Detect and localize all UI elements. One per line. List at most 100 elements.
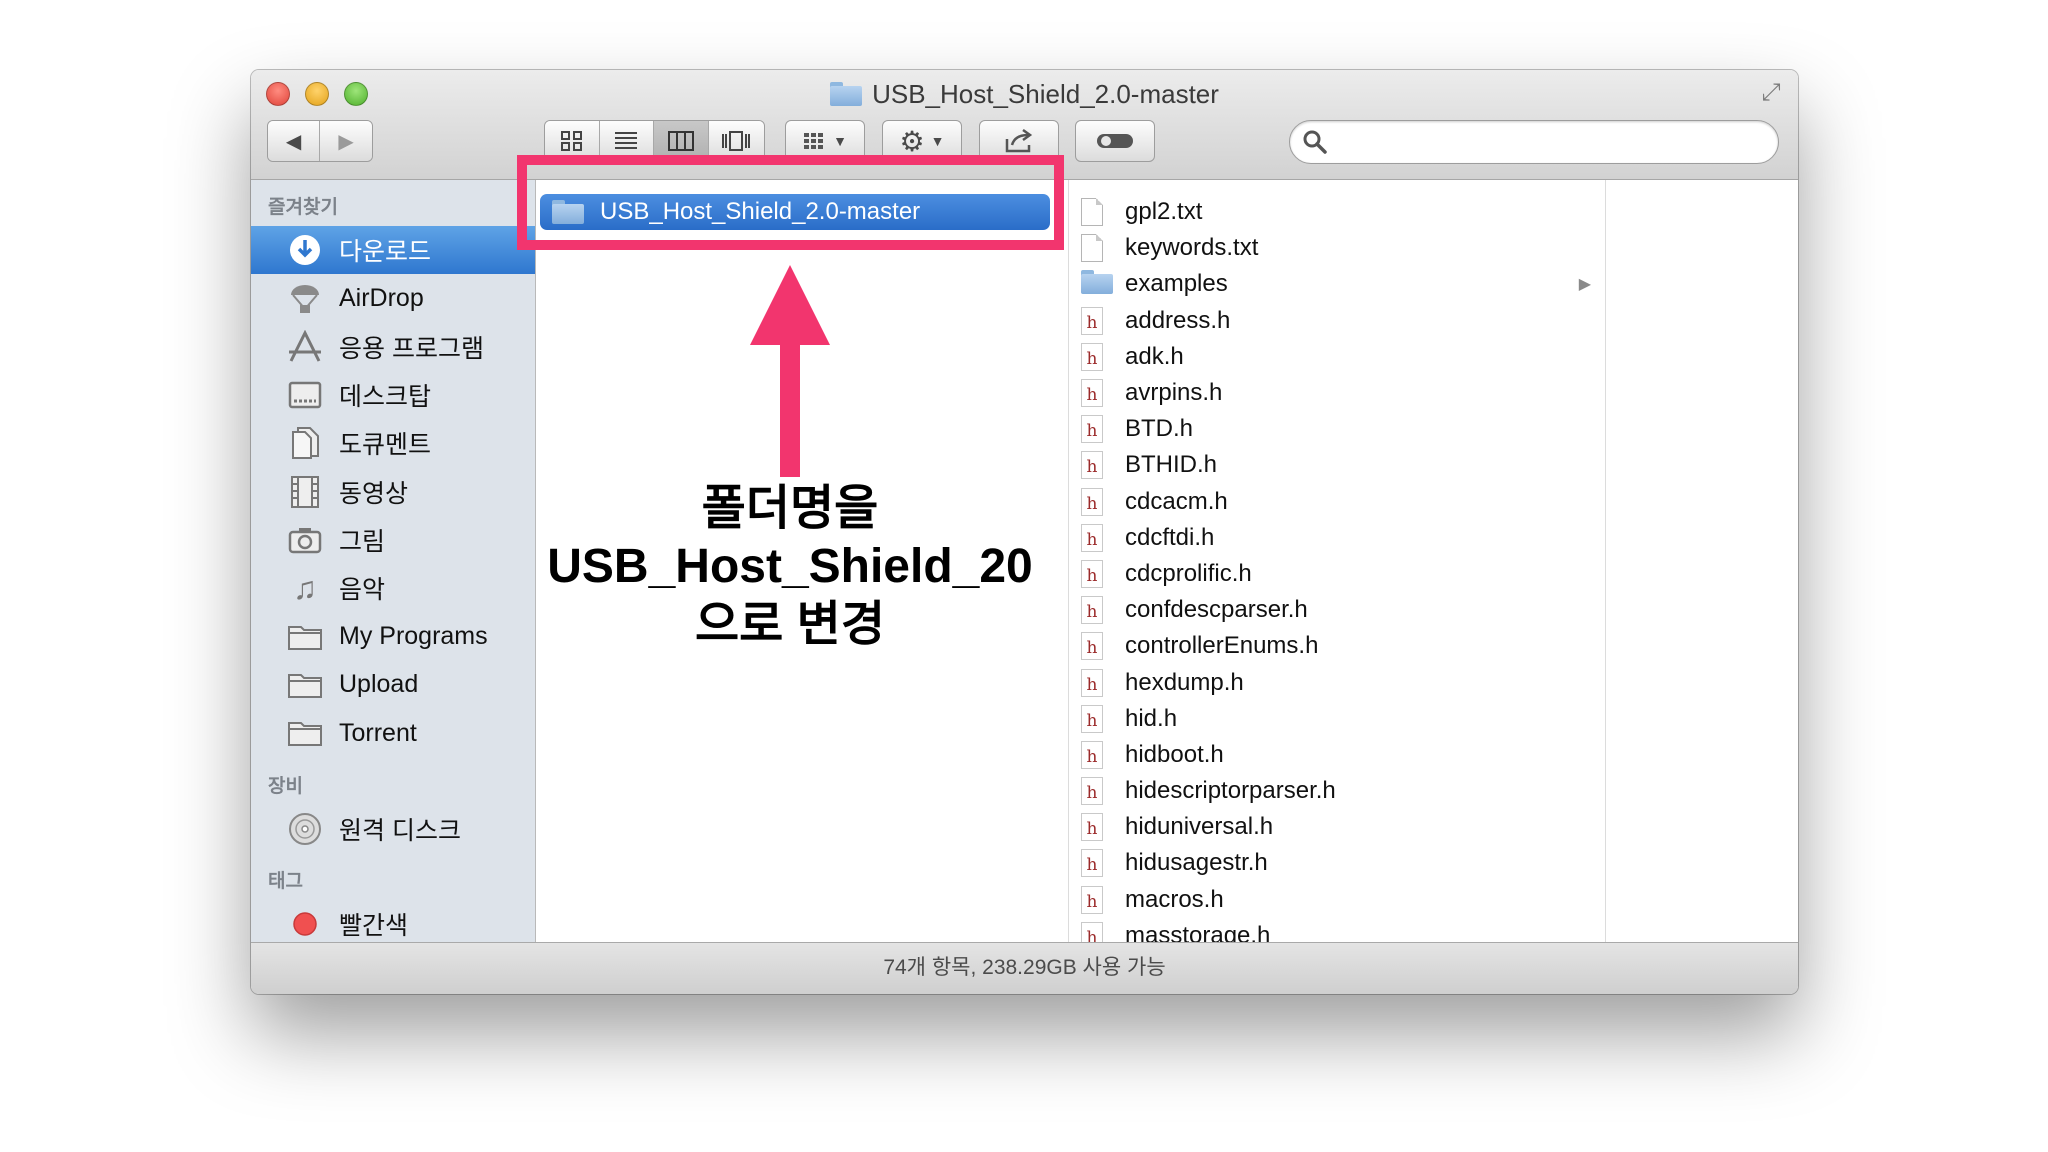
search-field[interactable]	[1289, 120, 1779, 164]
sidebar-item-label: AirDrop	[339, 283, 424, 312]
downloads-icon	[285, 233, 325, 267]
h-file-icon: h	[1081, 596, 1105, 625]
list-item[interactable]: h adk.h	[1069, 339, 1605, 375]
sidebar-item-my-programs[interactable]: My Programs	[251, 612, 535, 660]
file-name: hexdump.h	[1125, 668, 1244, 696]
list-item[interactable]: h BTD.h	[1069, 411, 1605, 447]
browser-column-2: gpl2.txt keywords.txt examples ▶ h address…	[1069, 180, 1606, 942]
red-tag-dot-icon	[285, 907, 325, 941]
h-file-icon: h	[1081, 632, 1105, 661]
chevron-down-icon: ▼	[930, 133, 945, 149]
sidebar-item-label: 응용 프로그램	[339, 334, 484, 363]
file-name: cdcacm.h	[1125, 487, 1228, 515]
annotation-arrow-shaft	[780, 335, 800, 477]
list-item[interactable]: h BTHID.h	[1069, 447, 1605, 483]
arrange-icon	[804, 133, 824, 149]
list-item[interactable]: h cdcacm.h	[1069, 484, 1605, 520]
folder-icon	[830, 82, 863, 106]
list-item[interactable]: keywords.txt	[1069, 230, 1605, 266]
annotation-line: USB_Host_Shield_20	[547, 540, 1033, 593]
sidebar-item-music[interactable]: ♫ 음악	[251, 564, 535, 612]
sidebar-item-torrent[interactable]: Torrent	[251, 709, 535, 757]
file-name: hiduniversal.h	[1125, 813, 1274, 841]
sidebar-item-documents[interactable]: 도큐멘트	[251, 419, 535, 467]
list-item[interactable]: h hexdump.h	[1069, 664, 1605, 700]
sidebar-item-remote-disc[interactable]: 원격 디스크	[251, 805, 535, 853]
fullscreen-icon[interactable]: ⤢	[1756, 78, 1786, 108]
file-name: avrpins.h	[1125, 379, 1223, 407]
sidebar-item-label: 다운로드	[339, 238, 432, 267]
h-file-icon: h	[1081, 306, 1105, 335]
sidebar-item-tag-red[interactable]: 빨간색	[251, 900, 535, 942]
file-name: confdescparser.h	[1125, 596, 1308, 624]
text-file-icon	[1081, 234, 1105, 263]
list-item[interactable]: h confdescparser.h	[1069, 592, 1605, 628]
sidebar-item-movies[interactable]: 동영상	[251, 467, 535, 515]
annotation-arrow-head	[750, 265, 830, 345]
sidebar-item-label: My Programs	[339, 622, 488, 651]
list-item[interactable]: h hidusagestr.h	[1069, 845, 1605, 881]
h-file-icon: h	[1081, 523, 1105, 552]
sidebar-item-downloads[interactable]: 다운로드	[251, 226, 535, 275]
list-item[interactable]: h hidboot.h	[1069, 737, 1605, 773]
text-file-icon	[1081, 198, 1105, 227]
file-name: hidboot.h	[1125, 740, 1224, 768]
music-note-icon: ♫	[293, 569, 317, 606]
file-name: adk.h	[1125, 342, 1184, 370]
sidebar-item-label: 그림	[339, 527, 386, 556]
sidebar-section-devices: 장비	[268, 776, 303, 798]
file-name: hidusagestr.h	[1125, 849, 1268, 877]
list-item[interactable]: h cdcprolific.h	[1069, 556, 1605, 592]
forward-arrow-icon[interactable]: ▶	[320, 121, 372, 161]
sidebar-item-pictures[interactable]: 그림	[251, 516, 535, 564]
folder-icon	[285, 620, 325, 654]
browser-column-3	[1606, 180, 1798, 942]
h-file-icon: h	[1081, 451, 1105, 480]
sidebar-item-desktop[interactable]: 데스크탑	[251, 371, 535, 419]
file-name: cdcprolific.h	[1125, 559, 1252, 587]
h-file-icon: h	[1081, 777, 1105, 806]
sidebar-item-label: 동영상	[339, 479, 409, 508]
file-name: BTHID.h	[1125, 451, 1218, 479]
tags-button[interactable]	[1075, 120, 1155, 162]
sidebar-item-label: 데스크탑	[339, 383, 432, 412]
h-file-icon: h	[1081, 559, 1105, 588]
disclosure-arrow-icon: ▶	[1578, 276, 1591, 294]
list-item[interactable]: h address.h	[1069, 303, 1605, 339]
list-item[interactable]: gpl2.txt	[1069, 194, 1605, 230]
list-item[interactable]: h macros.h	[1069, 882, 1605, 918]
sidebar-item-label: Torrent	[339, 718, 417, 747]
list-item[interactable]: examples ▶	[1069, 266, 1605, 302]
list-item[interactable]: h hiduniversal.h	[1069, 809, 1605, 845]
file-name: address.h	[1125, 306, 1231, 334]
sidebar-section-favorites: 즐겨찾기	[268, 197, 338, 218]
list-item[interactable]: h hidescriptorparser.h	[1069, 773, 1605, 809]
sidebar-item-airdrop[interactable]: AirDrop	[251, 274, 535, 322]
back-arrow-icon[interactable]: ◀	[268, 121, 321, 161]
h-file-icon: h	[1081, 849, 1105, 878]
sidebar-item-label: Upload	[339, 670, 419, 699]
applications-icon	[285, 329, 325, 364]
window-title: USB_Host_Shield_2.0-master	[872, 78, 1219, 109]
file-name: keywords.txt	[1125, 234, 1259, 262]
back-forward-control: ◀ ▶	[267, 120, 373, 162]
list-item[interactable]: h hid.h	[1069, 701, 1605, 737]
sidebar-section-tags: 태그	[268, 870, 303, 892]
file-name: cdcftdi.h	[1125, 523, 1215, 551]
h-file-icon: h	[1081, 885, 1105, 914]
list-item[interactable]: h controllerEnums.h	[1069, 628, 1605, 664]
search-input[interactable]	[1336, 127, 1756, 157]
list-item[interactable]: h cdcftdi.h	[1069, 520, 1605, 556]
sidebar-item-upload[interactable]: Upload	[251, 661, 535, 709]
list-item[interactable]: h avrpins.h	[1069, 375, 1605, 411]
annotation-line: 폴더명을	[701, 482, 879, 535]
file-name: controllerEnums.h	[1125, 632, 1319, 660]
file-name: examples	[1125, 270, 1228, 298]
sidebar-item-label: 도큐멘트	[339, 431, 432, 460]
movies-icon	[285, 475, 325, 509]
h-file-icon: h	[1081, 740, 1105, 769]
annotation-text: 폴더명을 USB_Host_Shield_20 으로 변경	[540, 480, 1040, 654]
list-item[interactable]: h masstorage.h	[1069, 918, 1605, 942]
sidebar-item-applications[interactable]: 응용 프로그램	[251, 323, 535, 371]
file-name: BTD.h	[1125, 415, 1194, 443]
